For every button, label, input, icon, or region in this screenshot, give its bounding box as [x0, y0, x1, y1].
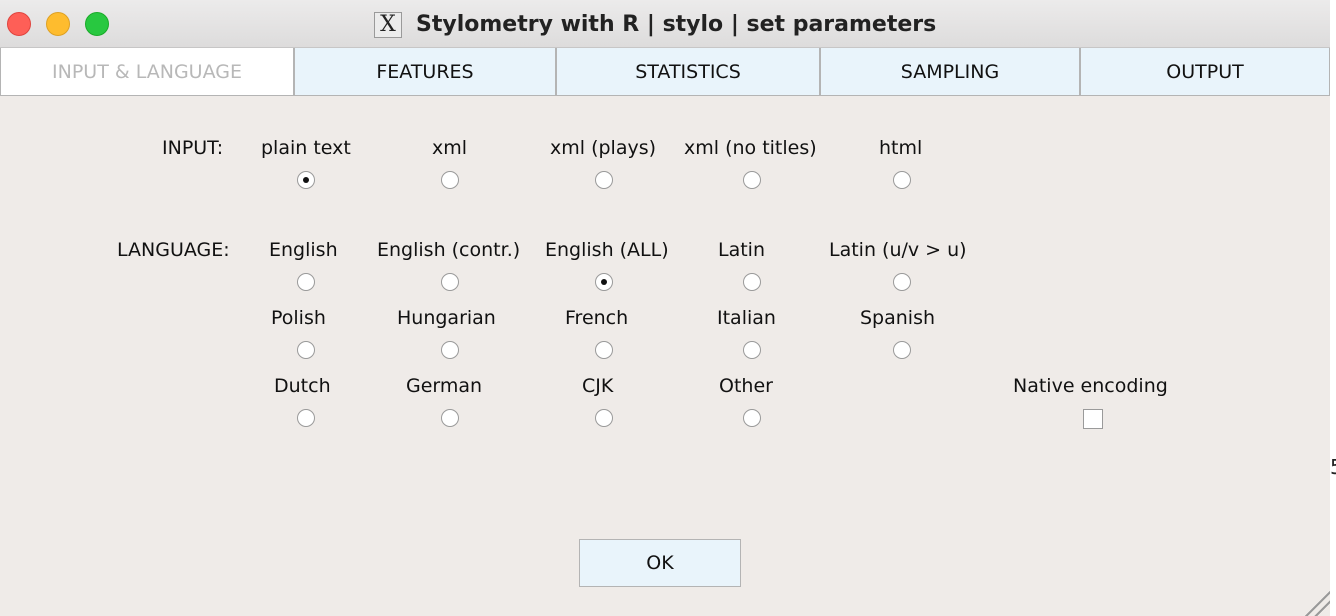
- ok-button[interactable]: OK: [579, 539, 741, 587]
- language-option-label-dutch: Dutch: [274, 375, 331, 397]
- language-radio-english-contr[interactable]: [441, 273, 459, 291]
- tab-bar: INPUT & LANGUAGE FEATURES STATISTICS SAM…: [0, 48, 1330, 96]
- language-radio-german[interactable]: [441, 409, 459, 427]
- language-option-label-spanish: Spanish: [860, 307, 936, 329]
- input-option-label-xml: xml: [432, 137, 468, 159]
- input-radio-xml-no-titles[interactable]: [743, 171, 761, 189]
- input-option-label-xml-plays: xml (plays): [550, 137, 657, 159]
- language-option-label-cjk: CJK: [582, 375, 614, 397]
- language-radio-spanish[interactable]: [893, 341, 911, 359]
- language-radio-french[interactable]: [595, 341, 613, 359]
- tab-input-language[interactable]: INPUT & LANGUAGE: [0, 48, 294, 96]
- maximize-window-button[interactable]: [85, 12, 109, 36]
- language-option-label-polish: Polish: [271, 307, 326, 329]
- input-radio-html[interactable]: [893, 171, 911, 189]
- native-encoding-label: Native encoding: [1013, 375, 1168, 397]
- language-option-label-english-all: English (ALL): [545, 239, 669, 261]
- language-radio-polish[interactable]: [297, 341, 315, 359]
- language-option-label-german: German: [406, 375, 483, 397]
- input-label: INPUT:: [162, 137, 224, 159]
- language-option-label-italian: Italian: [717, 307, 776, 329]
- background-strip: [1330, 0, 1336, 616]
- stylo-parameters-window: X Stylometry with R | stylo | set parame…: [0, 0, 1330, 616]
- language-option-label-french: French: [565, 307, 629, 329]
- input-radio-plain-text[interactable]: [297, 171, 315, 189]
- language-radio-latin-uv[interactable]: [893, 273, 911, 291]
- language-radio-other[interactable]: [743, 409, 761, 427]
- tab-output[interactable]: OUTPUT: [1080, 48, 1330, 96]
- input-radio-xml[interactable]: [441, 171, 459, 189]
- offscreen-glyph: 5: [1330, 455, 1336, 479]
- language-radio-cjk[interactable]: [595, 409, 613, 427]
- language-option-label-latin: Latin: [718, 239, 765, 261]
- tab-features[interactable]: FEATURES: [294, 48, 556, 96]
- title-bar[interactable]: X Stylometry with R | stylo | set parame…: [0, 0, 1330, 48]
- window-title: Stylometry with R | stylo | set paramete…: [416, 12, 937, 37]
- close-window-button[interactable]: [7, 12, 31, 36]
- input-radio-xml-plays[interactable]: [595, 171, 613, 189]
- x11-app-icon: X: [374, 12, 402, 38]
- input-option-label-xml-no-titles: xml (no titles): [684, 137, 817, 159]
- language-option-label-english: English: [269, 239, 338, 261]
- input-option-label-html: html: [879, 137, 923, 159]
- language-label: LANGUAGE:: [117, 239, 230, 261]
- resize-grip-icon[interactable]: [1302, 588, 1330, 616]
- language-option-label-other: Other: [719, 375, 773, 397]
- language-option-label-hungarian: Hungarian: [397, 307, 496, 329]
- minimize-window-button[interactable]: [46, 12, 70, 36]
- tab-statistics[interactable]: STATISTICS: [556, 48, 820, 96]
- input-option-label-plain-text: plain text: [261, 137, 351, 159]
- language-option-label-latin-uv: Latin (u/v > u): [829, 239, 967, 261]
- language-radio-hungarian[interactable]: [441, 341, 459, 359]
- language-radio-latin[interactable]: [743, 273, 761, 291]
- language-radio-italian[interactable]: [743, 341, 761, 359]
- tab-sampling[interactable]: SAMPLING: [820, 48, 1080, 96]
- language-radio-english[interactable]: [297, 273, 315, 291]
- native-encoding-checkbox[interactable]: [1083, 409, 1103, 429]
- language-option-label-english-contr: English (contr.): [377, 239, 521, 261]
- language-radio-english-all[interactable]: [595, 273, 613, 291]
- language-radio-dutch[interactable]: [297, 409, 315, 427]
